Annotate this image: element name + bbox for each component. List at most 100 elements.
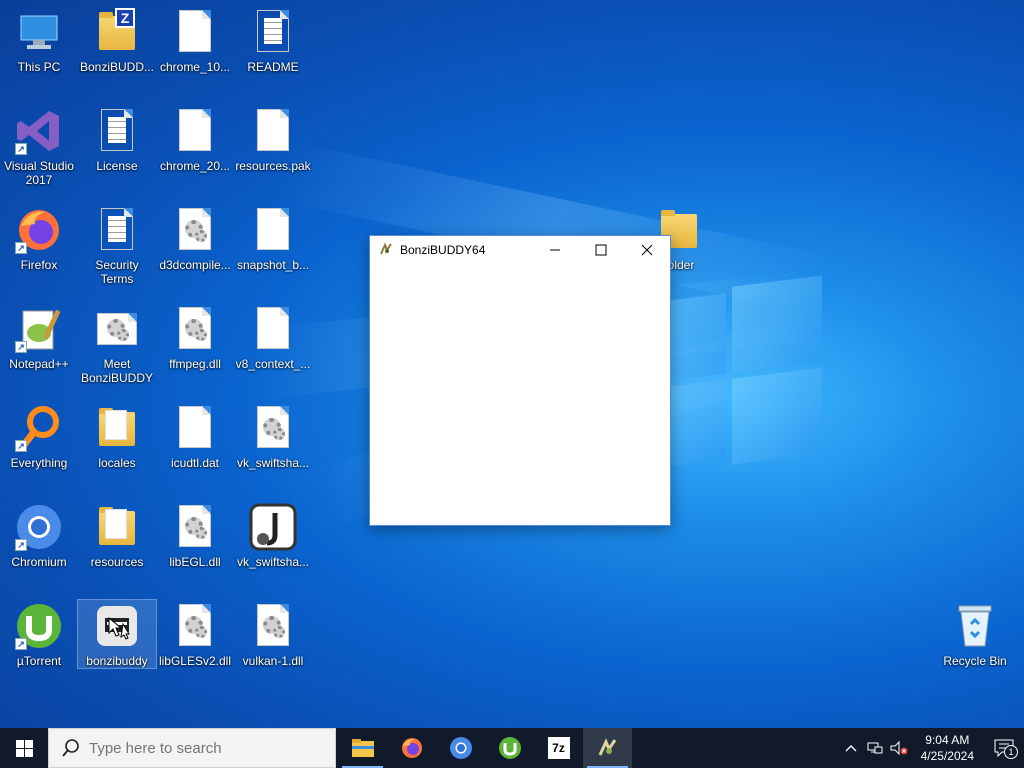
desktop-icon-resources[interactable]: resources [78, 497, 156, 593]
mouse-cursor-icon [108, 617, 122, 637]
window-title: BonziBUDDY64 [400, 243, 486, 257]
shortcut-arrow-icon: ↗ [15, 143, 27, 155]
taskbar-firefox[interactable] [387, 728, 436, 768]
shortcut-arrow-icon: ↗ [15, 341, 27, 353]
file-icon [171, 107, 219, 155]
clock-time: 9:04 AM [925, 733, 970, 747]
system-tray: 9:04 AM 4/25/2024 1 [839, 728, 1024, 768]
dll-file-icon [171, 305, 219, 353]
taskbar-utorrent[interactable] [485, 728, 534, 768]
dll-file-icon [171, 206, 219, 254]
maximize-button[interactable] [578, 236, 624, 264]
desktop-icon-vulkan[interactable]: vulkan-1.dll [234, 596, 312, 692]
desktop-icon-icudtl[interactable]: icudtl.dat [156, 398, 234, 494]
desktop-icon-snapshot-blob[interactable]: snapshot_b... [234, 200, 312, 296]
desktop-icon-license[interactable]: License [78, 101, 156, 197]
desktop-icon-ffmpeg[interactable]: ffmpeg.dll [156, 299, 234, 395]
volume-muted-icon[interactable] [887, 741, 911, 755]
file-icon [249, 107, 297, 155]
utorrent-icon: ↗ [15, 602, 63, 650]
start-button[interactable] [0, 728, 48, 768]
search-input[interactable] [89, 739, 319, 757]
desktop-icon-v8-context[interactable]: v8_context_... [234, 299, 312, 395]
desktop-icon-meet-bonzibuddy[interactable]: Meet BonziBUDDY [78, 299, 156, 395]
taskbar-search[interactable] [48, 728, 336, 768]
desktop-icon-readme[interactable]: README [234, 2, 312, 98]
desktop-icon-everything[interactable]: ↗ Everything [0, 398, 78, 494]
file-explorer-icon [351, 739, 374, 757]
taskbar-clock[interactable]: 9:04 AM 4/25/2024 [921, 732, 974, 764]
desktop-icon-locales[interactable]: locales [78, 398, 156, 494]
shortcut-arrow-icon: ↗ [15, 539, 27, 551]
desktop-icon-chrome-10[interactable]: chrome_10... [156, 2, 234, 98]
file-icon [171, 8, 219, 56]
dll-file-icon [249, 404, 297, 452]
taskbar-7zip[interactable]: 7z [534, 728, 583, 768]
shortcut-arrow-icon: ↗ [15, 440, 27, 452]
desktop-icon-d3dcompiler[interactable]: d3dcompile... [156, 200, 234, 296]
desktop-icon-chrome-20[interactable]: chrome_20... [156, 101, 234, 197]
desktop-icon-resources-pak[interactable]: resources.pak [234, 101, 312, 197]
notification-count-badge: 1 [1004, 745, 1018, 759]
bonzibuddy-app-icon [598, 738, 616, 756]
desktop-icon-security-terms[interactable]: Security Terms [78, 200, 156, 296]
shortcut-arrow-icon: ↗ [15, 242, 27, 254]
utorrent-icon [498, 737, 521, 759]
taskbar-chromium[interactable] [436, 728, 485, 768]
desktop-icon-this-pc[interactable]: This PC [0, 2, 78, 98]
recycle-bin-icon [951, 602, 999, 650]
close-button[interactable] [624, 236, 670, 264]
firefox-icon: ↗ [15, 206, 63, 254]
desktop-icon-vk-swiftshader-dll[interactable]: vk_swiftsha... [234, 398, 312, 494]
text-file-icon [93, 206, 141, 254]
desktop-icon-notepadpp[interactable]: ↗ Notepad++ [0, 299, 78, 395]
bonzibuddy-app-icon [378, 242, 394, 258]
minimize-button[interactable] [532, 236, 578, 264]
desktop-icon-utorrent[interactable]: ↗ µTorrent [0, 596, 78, 692]
zip-folder-icon: Z [93, 8, 141, 56]
desktop-icon-chromium[interactable]: ↗ Chromium [0, 497, 78, 593]
search-icon [61, 738, 81, 758]
close-icon [641, 244, 653, 256]
dll-file-icon [171, 602, 219, 650]
window-content[interactable] [370, 264, 670, 525]
notepadpp-icon: ↗ [15, 305, 63, 353]
dll-file-icon [171, 503, 219, 551]
chevron-up-icon[interactable] [839, 744, 863, 752]
desktop-icon-recycle-bin[interactable]: Recycle Bin [936, 596, 1014, 692]
file-icon [171, 404, 219, 452]
folder-icon [93, 404, 141, 452]
chromium-icon: ↗ [15, 503, 63, 551]
taskbar-file-explorer[interactable] [338, 728, 387, 768]
taskbar: 7z 9:04 AM 4/25/2024 1 [0, 728, 1024, 768]
network-icon[interactable] [863, 741, 887, 755]
magnifier-icon: ↗ [15, 404, 63, 452]
computer-icon [15, 8, 63, 56]
file-icon [249, 206, 297, 254]
text-file-icon [93, 107, 141, 155]
shortcut-arrow-icon: ↗ [15, 638, 27, 650]
windows-logo-icon [15, 739, 33, 757]
desktop-icon-vk-swiftshader-json[interactable]: vk_swiftsha... [234, 497, 312, 593]
clock-date: 4/25/2024 [920, 749, 974, 763]
maximize-icon [595, 244, 607, 256]
window-titlebar[interactable]: BonziBUDDY64 [370, 236, 670, 264]
desktop-icon-libglesv2[interactable]: libGLESv2.dll [156, 596, 234, 692]
7zip-icon: 7z [547, 737, 570, 759]
text-file-icon [249, 8, 297, 56]
desktop-icon-firefox[interactable]: ↗ Firefox [0, 200, 78, 296]
notification-center-button[interactable]: 1 [984, 739, 1024, 759]
desktop-icon-visual-studio[interactable]: ↗ Visual Studio 2017 [0, 101, 78, 197]
minimize-icon [550, 249, 560, 251]
taskbar-bonzibuddy[interactable] [583, 728, 632, 768]
dll-file-icon [249, 602, 297, 650]
file-icon [249, 305, 297, 353]
desktop-icon-libegl[interactable]: libEGL.dll [156, 497, 234, 593]
folder-icon [93, 503, 141, 551]
visual-studio-icon: ↗ [15, 107, 63, 155]
settings-file-icon [93, 305, 141, 353]
chromium-icon [449, 737, 472, 759]
bonzibuddy-window[interactable]: BonziBUDDY64 [369, 235, 671, 526]
firefox-icon [401, 738, 422, 758]
desktop-icon-bonzibuddy-archive[interactable]: Z BonziBUDD... [78, 2, 156, 98]
